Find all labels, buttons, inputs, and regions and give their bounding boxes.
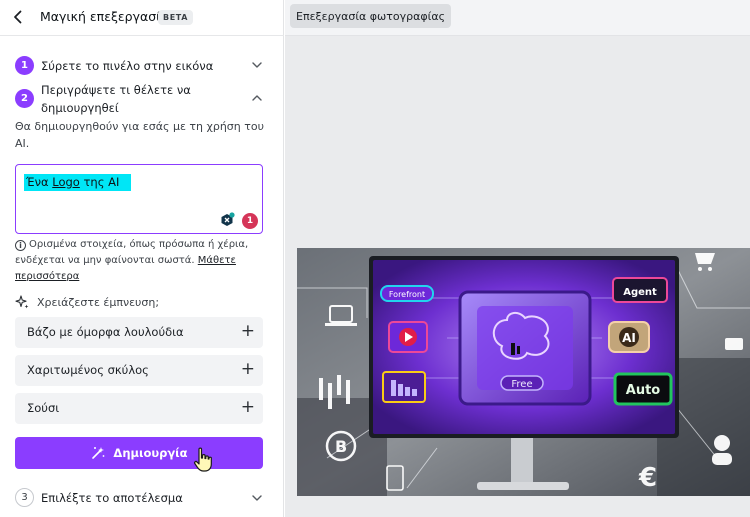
- suggestion-item[interactable]: Σούσι +: [15, 393, 263, 424]
- plus-icon: +: [240, 359, 255, 379]
- magic-wand-icon: [92, 447, 105, 459]
- step-2-label-line1: Περιγράψετε τι θέλετε να: [41, 83, 191, 97]
- prompt-text-part1: Ένα: [26, 175, 53, 189]
- prompt-text: Ένα Logo της AI: [24, 174, 132, 191]
- panel-header: Μαγική επεξεργασία BETA: [0, 0, 284, 36]
- sparkle-icon: [15, 295, 29, 309]
- chevron-up-icon: [252, 95, 262, 101]
- plus-icon: +: [240, 397, 255, 417]
- issue-count-badge[interactable]: 1: [242, 213, 258, 229]
- photo-edit-tab[interactable]: Επεξεργασία φωτογραφίας: [290, 4, 452, 28]
- chevron-down-icon: [252, 495, 262, 501]
- hand-cursor-icon: [194, 447, 212, 472]
- image-illustration: B € Forefront Agent AI Auto Free: [297, 248, 750, 496]
- canvas-area: Επεξεργασία φωτογραφίας B € Forefront Ag…: [285, 0, 750, 517]
- grammar-check-icon[interactable]: [219, 212, 235, 228]
- ai-logo-image[interactable]: B € Forefront Agent AI Auto Free: [297, 248, 750, 496]
- suggestion-item[interactable]: Βάζο με όμορφα λουλούδια +: [15, 317, 263, 348]
- suggestion-label: Βάζο με όμορφα λουλούδια: [27, 325, 184, 339]
- step-2-label-line2: δημιουργηθεί: [41, 101, 119, 115]
- prompt-textarea[interactable]: Ένα Logo της AI 1: [15, 164, 263, 234]
- svg-text:€: €: [638, 463, 657, 493]
- prompt-text-part3: της AI: [79, 175, 120, 189]
- generate-button[interactable]: Δημιουργία: [15, 437, 263, 469]
- chevron-down-icon: [252, 62, 262, 68]
- generate-button-label: Δημιουργία: [113, 446, 188, 460]
- step-1-header[interactable]: 1 Σύρετε το πινέλο στην εικόνα: [0, 54, 284, 78]
- warning-note: i Ορισμένα στοιχεία, όπως πρόσωπα ή χέρια…: [15, 237, 267, 285]
- suggestion-label: Χαριτωμένος σκύλος: [27, 363, 149, 377]
- svg-text:B: B: [335, 437, 347, 456]
- info-icon: i: [15, 240, 26, 251]
- back-button[interactable]: [9, 7, 27, 27]
- inspiration-title: Χρειάζεστε έμπνευση;: [37, 295, 160, 309]
- suggestion-label: Σούσι: [27, 401, 60, 415]
- step-3-header[interactable]: 3 Επιλέξτε το αποτέλεσμα: [0, 488, 284, 510]
- step-2-badge: 2: [15, 89, 34, 108]
- step-3-badge: 3: [15, 488, 34, 507]
- step-2-description: Θα δημιουργηθούν για εσάς με τη χρήση το…: [15, 120, 264, 150]
- label-forefront: Forefront: [389, 290, 425, 299]
- step-1-label: Σύρετε το πινέλο στην εικόνα: [41, 59, 214, 73]
- prompt-text-logo-word: Logo: [52, 175, 80, 189]
- step-2-header[interactable]: 2 Περιγράψετε τι θέλετε να δημιουργηθεί: [0, 82, 284, 118]
- label-agent: Agent: [623, 287, 657, 298]
- beta-badge: BETA: [158, 10, 193, 25]
- step-3-label: Επιλέξτε το αποτέλεσμα: [41, 491, 183, 505]
- label-free: Free: [511, 379, 532, 390]
- chevron-left-icon: [14, 10, 22, 24]
- step-1-badge: 1: [15, 56, 34, 75]
- magic-edit-panel: Μαγική επεξεργασία BETA 1 Σύρετε το πινέ…: [0, 0, 284, 517]
- plus-icon: +: [240, 321, 255, 341]
- suggestion-item[interactable]: Χαριτωμένος σκύλος +: [15, 355, 263, 386]
- canvas-tab-bar: Επεξεργασία φωτογραφίας: [285, 0, 750, 36]
- panel-title: Μαγική επεξεργασία: [40, 9, 169, 24]
- label-ai: AI: [622, 331, 636, 345]
- inspiration-heading: Χρειάζεστε έμπνευση;: [15, 294, 159, 310]
- label-auto: Auto: [626, 383, 661, 398]
